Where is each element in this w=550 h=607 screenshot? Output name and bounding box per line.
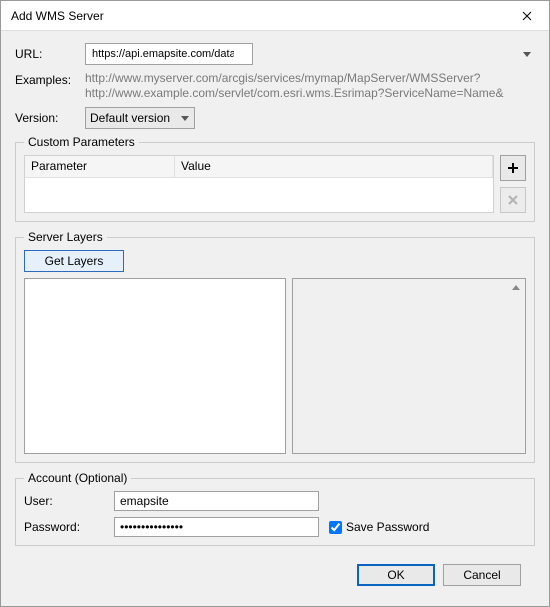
custom-parameters-group: Custom Parameters Parameter Value xyxy=(15,135,535,222)
close-icon xyxy=(522,11,532,21)
content-area: URL: Examples: http://www.myserver.com/a… xyxy=(1,31,549,606)
column-value: Value xyxy=(175,156,493,177)
user-label: User: xyxy=(24,494,114,508)
url-label: URL: xyxy=(15,47,85,61)
examples-text: http://www.myserver.com/arcgis/services/… xyxy=(85,71,503,101)
dialog-footer: OK Cancel xyxy=(15,554,535,596)
save-password-check[interactable] xyxy=(329,521,342,534)
url-input[interactable] xyxy=(85,43,253,65)
ok-button[interactable]: OK xyxy=(357,564,435,586)
version-label: Version: xyxy=(15,111,85,125)
save-password-checkbox[interactable]: Save Password xyxy=(329,520,429,534)
custom-parameters-legend: Custom Parameters xyxy=(24,135,139,149)
examples-label: Examples: xyxy=(15,71,85,101)
layers-list[interactable] xyxy=(24,278,286,454)
titlebar: Add WMS Server xyxy=(1,1,549,31)
server-layers-group: Server Layers Get Layers xyxy=(15,230,535,463)
layer-details-panel[interactable] xyxy=(292,278,526,454)
password-input[interactable] xyxy=(114,517,319,537)
window-title: Add WMS Server xyxy=(11,9,505,23)
version-select[interactable]: Default version xyxy=(85,107,195,129)
scroll-up-icon[interactable] xyxy=(509,281,523,295)
x-icon xyxy=(508,195,518,205)
add-parameter-button[interactable] xyxy=(500,155,526,181)
get-layers-button[interactable]: Get Layers xyxy=(24,250,124,272)
server-layers-legend: Server Layers xyxy=(24,230,107,244)
account-legend: Account (Optional) xyxy=(24,471,131,485)
parameters-table[interactable]: Parameter Value xyxy=(24,155,494,213)
chevron-down-icon xyxy=(523,47,531,61)
cancel-button[interactable]: Cancel xyxy=(443,564,521,586)
close-button[interactable] xyxy=(505,1,549,31)
password-label: Password: xyxy=(24,520,114,534)
column-parameter: Parameter xyxy=(25,156,175,177)
add-wms-server-dialog: Add WMS Server URL: Examples: http://www… xyxy=(0,0,550,607)
table-row[interactable] xyxy=(25,178,493,204)
plus-icon xyxy=(507,162,519,174)
remove-parameter-button xyxy=(500,187,526,213)
account-group: Account (Optional) User: Password: Save … xyxy=(15,471,535,546)
user-input[interactable] xyxy=(114,491,319,511)
